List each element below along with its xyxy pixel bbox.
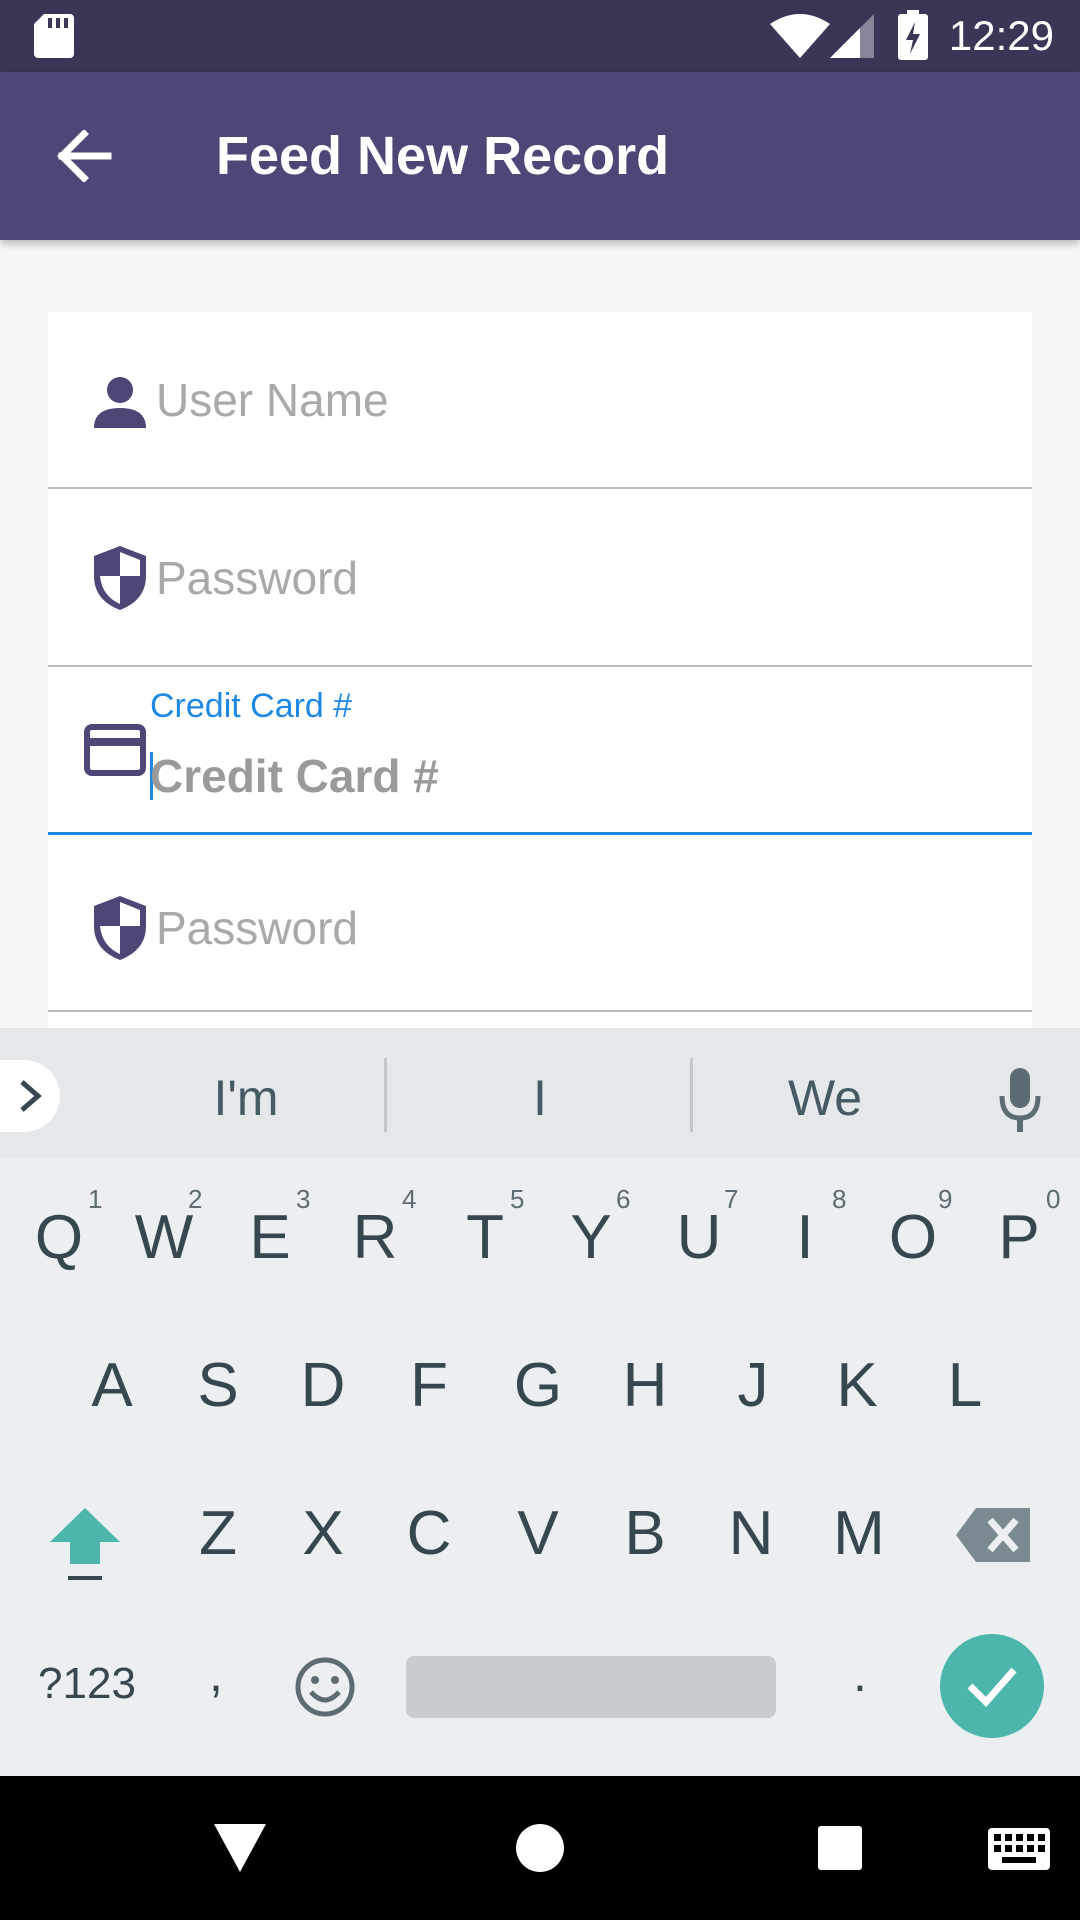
credit-card-icon bbox=[84, 724, 146, 776]
credit-card-field[interactable]: Credit Card # Credit Card # bbox=[48, 668, 1032, 838]
arrow-left-icon[interactable] bbox=[56, 130, 112, 182]
credit-card-input[interactable]: Credit Card # bbox=[150, 748, 439, 804]
signal-icon bbox=[830, 14, 874, 58]
page-title: Feed New Record bbox=[216, 126, 670, 186]
key-c[interactable]: C bbox=[384, 1496, 474, 1572]
check-icon bbox=[967, 1667, 1017, 1708]
key-hint: 5 bbox=[510, 1184, 525, 1214]
period-key[interactable]: . bbox=[840, 1644, 880, 1704]
key-l[interactable]: L bbox=[920, 1348, 1010, 1424]
confirm-password-field[interactable]: Password bbox=[48, 838, 1032, 1028]
password-placeholder: Password bbox=[156, 552, 358, 604]
key-f[interactable]: F bbox=[384, 1348, 474, 1424]
key-z[interactable]: Z bbox=[173, 1496, 263, 1572]
suggestion-separator bbox=[384, 1058, 387, 1132]
comma-key[interactable]: , bbox=[196, 1644, 236, 1704]
username-field[interactable]: User Name bbox=[48, 312, 1032, 490]
keyboard: Q W E R T Y U I O P 1 2 3 4 5 6 7 8 9 0 … bbox=[0, 1158, 1080, 1776]
suggestion[interactable]: I bbox=[390, 1068, 690, 1128]
shield-icon bbox=[94, 546, 146, 610]
key-k[interactable]: K bbox=[812, 1348, 902, 1424]
done-button[interactable] bbox=[940, 1634, 1044, 1738]
password-placeholder: Password bbox=[156, 902, 358, 954]
backspace-icon[interactable] bbox=[956, 1508, 1030, 1562]
key-s[interactable]: S bbox=[173, 1348, 263, 1424]
key-hint: 6 bbox=[616, 1184, 631, 1214]
microphone-icon[interactable] bbox=[998, 1068, 1042, 1134]
back-triangle-icon[interactable] bbox=[214, 1824, 266, 1872]
record-form: User Name Password Credit Card # Credit … bbox=[48, 312, 1032, 1032]
suggestion[interactable]: We bbox=[680, 1068, 970, 1128]
key-hint: 3 bbox=[296, 1184, 311, 1214]
battery-charging-icon bbox=[898, 10, 928, 60]
shield-icon bbox=[94, 896, 146, 960]
key-j[interactable]: J bbox=[708, 1348, 798, 1424]
wifi-icon bbox=[770, 14, 830, 58]
key-a[interactable]: A bbox=[67, 1348, 157, 1424]
key-hint: 9 bbox=[938, 1184, 953, 1214]
expand-suggestions-button[interactable] bbox=[0, 1060, 60, 1132]
keyboard-icon[interactable] bbox=[988, 1828, 1050, 1870]
key-g[interactable]: G bbox=[493, 1348, 583, 1424]
key-hint: 1 bbox=[88, 1184, 103, 1214]
suggestion[interactable]: I'm bbox=[96, 1068, 396, 1128]
credit-card-floating-label: Credit Card # bbox=[150, 687, 353, 725]
status-time: 12:29 bbox=[948, 12, 1054, 59]
app-bar: Feed New Record bbox=[0, 72, 1080, 240]
key-h[interactable]: H bbox=[600, 1348, 690, 1424]
key-hint: 7 bbox=[724, 1184, 739, 1214]
suggestion-strip: I'm I We bbox=[0, 1028, 1080, 1158]
person-icon bbox=[94, 377, 146, 428]
key-n[interactable]: N bbox=[706, 1496, 796, 1572]
status-bar: 12:29 bbox=[0, 0, 1080, 72]
chevron-right-icon bbox=[20, 1080, 42, 1112]
divider bbox=[48, 1010, 1032, 1012]
home-icon[interactable] bbox=[516, 1824, 564, 1872]
password-field[interactable]: Password bbox=[48, 490, 1032, 668]
key-b[interactable]: B bbox=[600, 1496, 690, 1572]
key-x[interactable]: X bbox=[278, 1496, 368, 1572]
key-hint: 8 bbox=[832, 1184, 847, 1214]
key-hint: 2 bbox=[188, 1184, 203, 1214]
key-hint: 4 bbox=[402, 1184, 417, 1214]
navigation-bar bbox=[0, 1776, 1080, 1920]
focus-underline bbox=[48, 832, 1032, 835]
key-m[interactable]: M bbox=[814, 1496, 904, 1572]
space-bar[interactable] bbox=[406, 1656, 776, 1718]
recents-icon[interactable] bbox=[818, 1826, 862, 1870]
divider bbox=[48, 487, 1032, 489]
username-placeholder: User Name bbox=[156, 374, 389, 426]
shift-icon[interactable] bbox=[48, 1506, 122, 1582]
key-v[interactable]: V bbox=[493, 1496, 583, 1572]
key-hint: 0 bbox=[1046, 1184, 1061, 1214]
symbols-key[interactable]: ?123 bbox=[22, 1656, 152, 1712]
emoji-icon[interactable] bbox=[294, 1656, 356, 1718]
divider bbox=[48, 665, 1032, 667]
sd-card-icon bbox=[34, 14, 74, 58]
key-d[interactable]: D bbox=[278, 1348, 368, 1424]
